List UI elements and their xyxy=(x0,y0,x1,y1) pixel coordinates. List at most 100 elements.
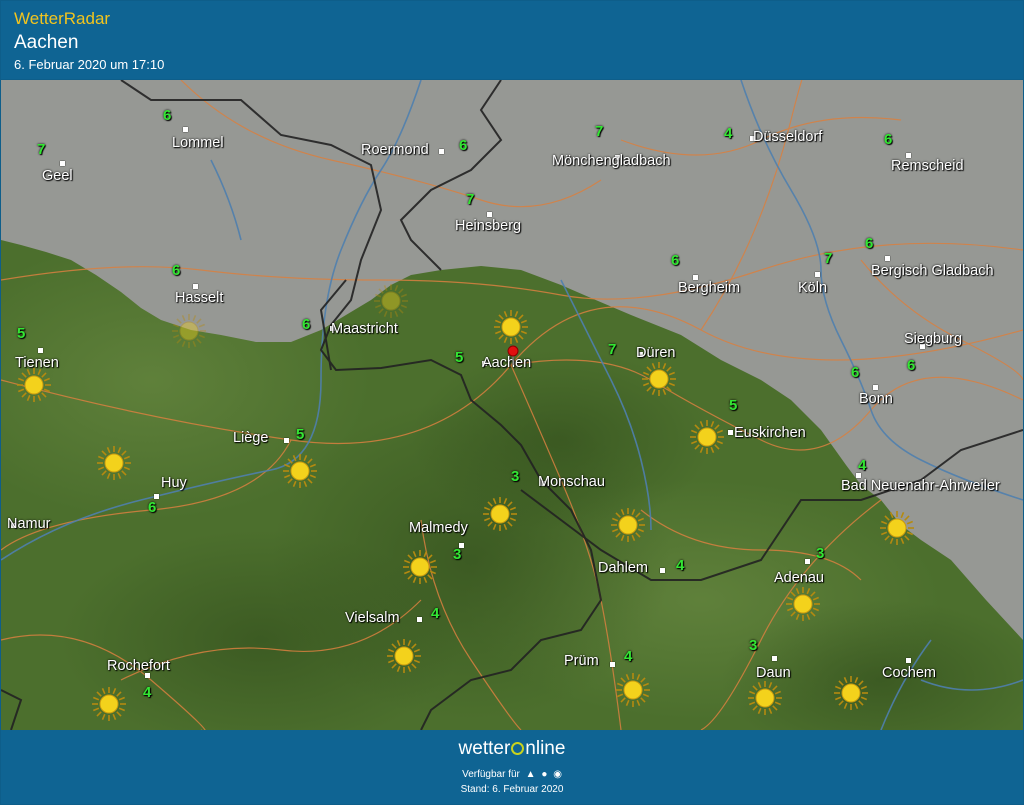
temperature-value: 4 xyxy=(724,125,733,142)
place-marker xyxy=(38,348,43,353)
sun-icon xyxy=(17,368,51,402)
temperature-value: 6 xyxy=(851,364,860,381)
sun-icon xyxy=(834,676,868,710)
place-label[interactable]: Hasselt xyxy=(175,290,223,306)
temperature-value: 6 xyxy=(459,137,468,154)
place-label[interactable]: Remscheid xyxy=(891,158,964,174)
place-label[interactable]: Euskirchen xyxy=(734,425,806,441)
temperature-value: 4 xyxy=(858,457,867,474)
radar-map[interactable]: Lommel Geel Roermond Mönchengladbach Düsseld… xyxy=(1,80,1023,730)
wetteronline-logo[interactable]: wetter nline xyxy=(1,738,1023,760)
sun-icon xyxy=(97,446,131,480)
place-label[interactable]: Düren xyxy=(636,345,676,361)
web-icon[interactable]: ◉ xyxy=(553,769,562,780)
stand-date: Stand: 6. Februar 2020 xyxy=(460,784,564,795)
temperature-value: 5 xyxy=(455,349,464,366)
place-marker xyxy=(610,662,615,667)
temperature-value: 7 xyxy=(824,250,833,267)
place-label[interactable]: Mönchengladbach xyxy=(552,153,671,169)
place-label[interactable]: Huy xyxy=(161,475,187,491)
sun-icon xyxy=(642,362,676,396)
temperature-value: 6 xyxy=(907,357,916,374)
place-label[interactable]: Roermond xyxy=(361,142,429,158)
place-label[interactable]: Bergheim xyxy=(678,280,740,296)
place-label[interactable]: Bonn xyxy=(859,391,893,407)
place-label[interactable]: Bad Neuenahr-Ahrweiler xyxy=(841,478,1000,494)
place-label[interactable]: Heinsberg xyxy=(455,218,521,234)
place-label[interactable]: Düsseldorf xyxy=(753,129,822,145)
place-label[interactable]: Rochefort xyxy=(107,658,170,674)
temperature-value: 7 xyxy=(595,123,604,140)
apple-icon[interactable]: ● xyxy=(541,769,547,780)
availability: Verfügbar für ▲ ● ◉ xyxy=(1,769,1023,780)
place-marker xyxy=(284,438,289,443)
sun-icon xyxy=(374,284,408,318)
place-marker xyxy=(885,256,890,261)
place-label[interactable]: Lommel xyxy=(172,135,224,151)
sun-icon xyxy=(283,454,317,488)
sun-icon xyxy=(92,687,126,721)
sun-icon xyxy=(387,639,421,673)
temperature-value: 5 xyxy=(729,397,738,414)
sun-icon xyxy=(690,420,724,454)
temperature-value: 6 xyxy=(163,107,172,124)
pin-icon[interactable] xyxy=(507,345,519,365)
temperature-value: 3 xyxy=(816,545,825,562)
temperature-value: 6 xyxy=(865,235,874,252)
available-label: Verfügbar für xyxy=(462,769,520,780)
temperature-value: 5 xyxy=(17,325,26,342)
app-frame: WetterRadar Aachen 6. Februar 2020 um 17… xyxy=(0,0,1024,805)
logo-prefix: wetter xyxy=(458,738,511,759)
temperature-value: 4 xyxy=(676,557,685,574)
place-label[interactable]: Liège xyxy=(233,430,268,446)
footer: wetter nline Verfügbar für ▲ ● ◉ Stand: 6… xyxy=(1,730,1023,804)
temperature-value: 3 xyxy=(749,637,758,654)
place-label[interactable]: Namur xyxy=(7,516,51,532)
place-marker xyxy=(487,212,492,217)
place-label[interactable]: Bergisch Gladbach xyxy=(871,263,994,279)
place-marker xyxy=(906,658,911,663)
logo-o-icon xyxy=(511,742,525,755)
temperature-value: 3 xyxy=(511,468,520,485)
place-marker xyxy=(417,617,422,622)
sun-icon xyxy=(880,511,914,545)
place-label[interactable]: Adenau xyxy=(774,570,824,586)
place-marker xyxy=(873,385,878,390)
place-label[interactable]: Maastricht xyxy=(331,321,398,337)
sun-icon xyxy=(786,587,820,621)
place-marker xyxy=(805,559,810,564)
temperature-value: 7 xyxy=(466,191,475,208)
temperature-value: 6 xyxy=(884,131,893,148)
temperature-value: 3 xyxy=(453,546,462,563)
place-label[interactable]: Siegburg xyxy=(904,331,962,347)
sun-icon xyxy=(494,310,528,344)
place-label[interactable]: Geel xyxy=(42,168,73,184)
place-label[interactable]: Monschau xyxy=(538,474,605,490)
header: WetterRadar Aachen 6. Februar 2020 um 17… xyxy=(1,1,1023,79)
place-label[interactable]: Prüm xyxy=(564,653,599,669)
android-icon[interactable]: ▲ xyxy=(526,769,536,780)
temperature-value: 6 xyxy=(302,316,311,333)
place-marker xyxy=(193,284,198,289)
radar-timestamp: 6. Februar 2020 um 17:10 xyxy=(14,57,165,72)
temperature-value: 4 xyxy=(431,605,440,622)
temperature-value: 7 xyxy=(608,341,617,358)
sun-icon xyxy=(611,508,645,542)
place-label[interactable]: Malmedy xyxy=(409,520,468,536)
app-title: WetterRadar xyxy=(14,9,111,28)
sun-icon xyxy=(403,550,437,584)
logo-suffix: nline xyxy=(525,738,566,759)
sun-icon xyxy=(172,314,206,348)
place-label[interactable]: Daun xyxy=(756,665,791,681)
temperature-value: 4 xyxy=(143,684,152,701)
place-marker xyxy=(183,127,188,132)
place-label[interactable]: Dahlem xyxy=(598,560,648,576)
temperature-value: 4 xyxy=(624,648,633,665)
place-label[interactable]: Vielsalm xyxy=(345,610,400,626)
place-label[interactable]: Cochem xyxy=(882,665,936,681)
temperature-value: 7 xyxy=(37,141,46,158)
place-marker xyxy=(60,161,65,166)
sun-icon xyxy=(748,681,782,715)
place-marker xyxy=(660,568,665,573)
place-label[interactable]: Köln xyxy=(798,280,827,296)
